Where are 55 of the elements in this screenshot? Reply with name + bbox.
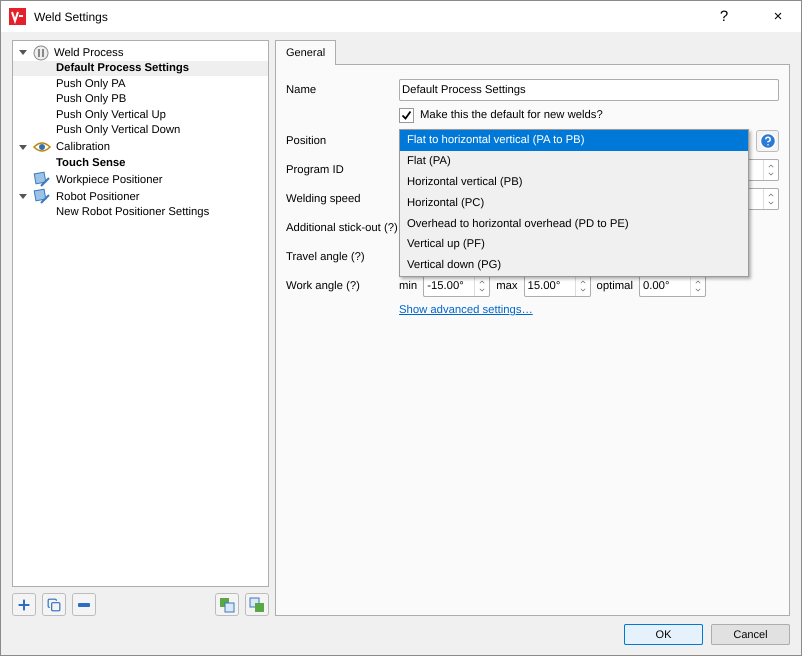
add-button[interactable] xyxy=(12,593,36,616)
checkbox-label: Make this the default for new welds? xyxy=(420,109,603,121)
tab[interactable]: General xyxy=(275,40,336,65)
dialog-button[interactable]: Cancel xyxy=(711,624,790,645)
dropdown-option[interactable]: Flat to horizontal vertical (PA to PB) xyxy=(400,130,748,151)
advanced-settings-link[interactable]: Show advanced settings… xyxy=(399,304,533,316)
sheets-icon xyxy=(249,596,265,612)
min-label: min xyxy=(399,280,418,292)
help-button[interactable] xyxy=(756,130,779,152)
export-button[interactable] xyxy=(245,593,269,616)
tree-item[interactable]: Push Only PB xyxy=(13,92,268,108)
plus-icon xyxy=(16,596,32,612)
field-label: Name xyxy=(286,84,318,96)
window-title: Weld Settings xyxy=(34,10,109,24)
name-field[interactable]: Default Process Settings xyxy=(399,78,779,100)
field-label: Program ID xyxy=(286,164,345,176)
close-button[interactable]: × xyxy=(755,1,801,32)
dropdown-option[interactable]: Overhead to horizontal overhead (PD to PE) xyxy=(400,213,748,234)
eye-icon xyxy=(33,141,51,153)
field-label: Travel angle (?) xyxy=(286,250,366,262)
sheets-icon xyxy=(219,596,235,612)
dropdown-option[interactable]: Vertical down (PG) xyxy=(400,254,748,276)
dialog-button[interactable]: OK xyxy=(624,624,703,645)
dropdown-option[interactable]: Flat (PA) xyxy=(400,150,748,172)
checkbox[interactable] xyxy=(399,108,414,122)
tree-item[interactable]: Push Only PA xyxy=(13,76,268,92)
tree-item[interactable]: Push Only Vertical Up xyxy=(13,108,268,123)
dropdown-option[interactable]: Horizontal (PC) xyxy=(400,192,748,214)
copy-icon xyxy=(47,598,61,612)
import-button[interactable] xyxy=(215,593,239,616)
help-button[interactable]: ? xyxy=(701,1,747,32)
tree-item[interactable]: Calibration xyxy=(33,138,268,156)
tree-item[interactable]: Workpiece Positioner xyxy=(33,171,268,188)
tree-item[interactable]: Weld Process xyxy=(33,44,268,61)
optimal-label: optimal xyxy=(596,280,633,292)
field-label: Position xyxy=(286,134,328,146)
dropdown-option[interactable]: Horizontal vertical (PB) xyxy=(400,172,748,192)
tree-item[interactable]: New Robot Positioner Settings xyxy=(13,205,268,220)
help-icon xyxy=(758,132,776,150)
tree-item[interactable]: Push Only Vertical Down xyxy=(13,123,268,138)
minus-icon xyxy=(78,602,90,606)
expanded-caret-icon[interactable] xyxy=(19,144,27,150)
tree-item[interactable]: Default Process Settings xyxy=(13,61,268,76)
expanded-caret-icon[interactable] xyxy=(19,50,27,55)
expanded-caret-icon[interactable] xyxy=(19,194,27,199)
copy-button[interactable] xyxy=(42,593,66,616)
app-logo-icon xyxy=(9,8,26,25)
field-label: Additional stick-out (?) xyxy=(286,222,399,234)
dropdown-option[interactable]: Vertical up (PF) xyxy=(400,234,748,255)
max-label: max xyxy=(496,280,518,292)
tree-item[interactable]: Robot Positioner xyxy=(33,188,268,205)
tree-item[interactable]: Touch Sense xyxy=(13,156,268,171)
field-label: Welding speed xyxy=(286,192,362,204)
field-label: Work angle (?) xyxy=(286,280,361,292)
remove-button[interactable] xyxy=(72,593,96,616)
